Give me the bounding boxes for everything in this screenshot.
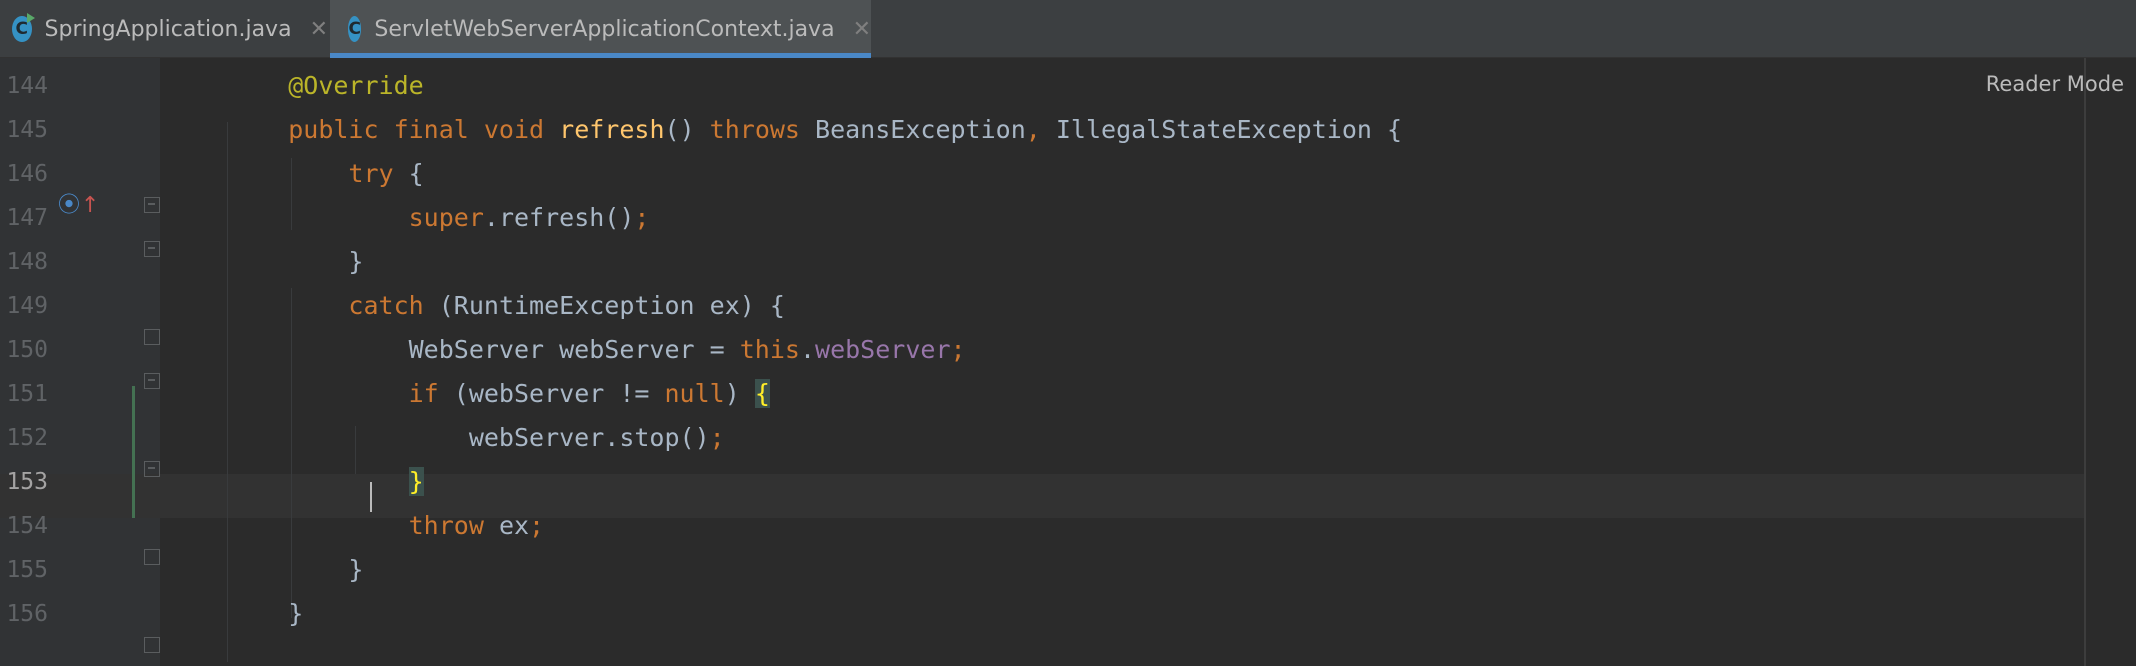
- code-token: throws: [709, 115, 816, 144]
- code-token: .refresh(): [483, 203, 635, 232]
- line-number: 146: [6, 161, 48, 187]
- line-number: 156: [6, 601, 48, 627]
- line-number: 145: [6, 117, 48, 143]
- code-line[interactable]: 154 throw ex;: [0, 504, 2080, 548]
- code-text: }: [228, 240, 363, 284]
- code-token: IllegalStateException {: [1055, 115, 1403, 144]
- java-class-icon: C: [348, 16, 362, 42]
- code-token: this: [739, 335, 800, 364]
- code-token: catch: [348, 291, 439, 320]
- code-token: (webServer !=: [453, 379, 665, 408]
- code-token: (): [664, 115, 710, 144]
- line-number: 147: [6, 205, 48, 231]
- fold-end-icon[interactable]: [144, 637, 160, 653]
- code-token: ;: [529, 511, 545, 540]
- code-token: {: [408, 159, 424, 188]
- code-text: if (webServer != null) {: [228, 372, 770, 416]
- code-text: }: [228, 548, 363, 592]
- code-token: ;: [634, 203, 650, 232]
- code-line[interactable]: 144 @Override: [0, 64, 2080, 108]
- line-number: 148: [6, 249, 48, 275]
- code-token: BeansException: [815, 115, 1026, 144]
- code-token: null: [664, 379, 725, 408]
- text-caret: [370, 482, 372, 512]
- line-number: 155: [6, 557, 48, 583]
- code-token: if: [408, 379, 454, 408]
- code-token: public final void: [288, 115, 560, 144]
- code-line[interactable]: 155 }: [0, 548, 2080, 592]
- code-token: ;: [709, 423, 725, 452]
- editor-tab-bar: C SpringApplication.java ✕ C ServletWebS…: [0, 0, 2136, 58]
- code-token: super: [408, 203, 484, 232]
- code-line[interactable]: 148 }: [0, 240, 2080, 284]
- code-token: @Override: [288, 71, 424, 100]
- code-token: (RuntimeException ex) {: [438, 291, 785, 320]
- close-tab-icon[interactable]: ✕: [853, 17, 871, 42]
- code-text: catch (RuntimeException ex) {: [228, 284, 785, 328]
- code-token: }: [228, 599, 304, 628]
- line-number: 152: [6, 425, 48, 451]
- tab-spring-application[interactable]: C SpringApplication.java ✕: [0, 0, 328, 58]
- code-text: public final void refresh() throws Beans…: [228, 108, 1402, 152]
- code-token: }: [228, 247, 364, 276]
- code-line[interactable]: 152 webServer.stop();: [0, 416, 2080, 460]
- code-text: throw ex;: [228, 504, 544, 548]
- java-class-icon: C: [12, 13, 35, 42]
- code-token: ,: [1025, 115, 1056, 144]
- code-token: webServer: [815, 335, 951, 364]
- line-number: 151: [6, 381, 48, 407]
- code-token: }: [228, 555, 364, 584]
- code-line[interactable]: 145 public final void refresh() throws B…: [0, 108, 2080, 152]
- tab-label: ServletWebServerApplicationContext.java: [374, 16, 835, 42]
- line-number: 144: [6, 73, 48, 99]
- code-line[interactable]: 156 }: [0, 592, 2080, 636]
- code-token: }: [408, 467, 424, 496]
- code-text: WebServer webServer = this.webServer;: [228, 328, 966, 372]
- code-token: ;: [950, 335, 966, 364]
- code-line[interactable]: 149 catch (RuntimeException ex) {: [0, 284, 2080, 328]
- close-tab-icon[interactable]: ✕: [310, 17, 328, 42]
- code-line[interactable]: 150 WebServer webServer = this.webServer…: [0, 328, 2080, 372]
- code-token: {: [754, 379, 770, 408]
- line-number: 154: [6, 513, 48, 539]
- code-text: }: [228, 460, 424, 504]
- code-editor[interactable]: Reader Mode ⦿↑ 144 @Override 145 public f…: [0, 58, 2136, 666]
- code-text: webServer.stop();: [228, 416, 725, 460]
- code-token: ex: [498, 511, 530, 540]
- code-token: WebServer webServer =: [228, 335, 740, 364]
- code-token: try: [348, 159, 409, 188]
- code-text: }: [228, 592, 303, 636]
- code-token: .: [799, 335, 816, 364]
- code-text: try {: [228, 152, 424, 196]
- code-token: webServer.stop(): [228, 423, 710, 452]
- code-text: super.refresh();: [228, 196, 650, 240]
- tab-servlet-web-server-application-context[interactable]: C ServletWebServerApplicationContext.jav…: [330, 0, 871, 58]
- code-token: refresh: [559, 115, 665, 144]
- code-line[interactable]: 147 super.refresh();: [0, 196, 2080, 240]
- line-number: 153: [6, 469, 48, 495]
- code-token: ): [724, 379, 755, 408]
- line-number: 149: [6, 293, 48, 319]
- tab-label: SpringApplication.java: [44, 16, 292, 42]
- code-token: throw: [408, 511, 499, 540]
- right-margin-guide: [2084, 58, 2086, 666]
- line-number: 150: [6, 337, 48, 363]
- code-line[interactable]: 151 if (webServer != null) {: [0, 372, 2080, 416]
- code-line[interactable]: 153 }: [0, 460, 2080, 504]
- code-line[interactable]: 146 try {: [0, 152, 2080, 196]
- code-text: @Override: [228, 64, 424, 108]
